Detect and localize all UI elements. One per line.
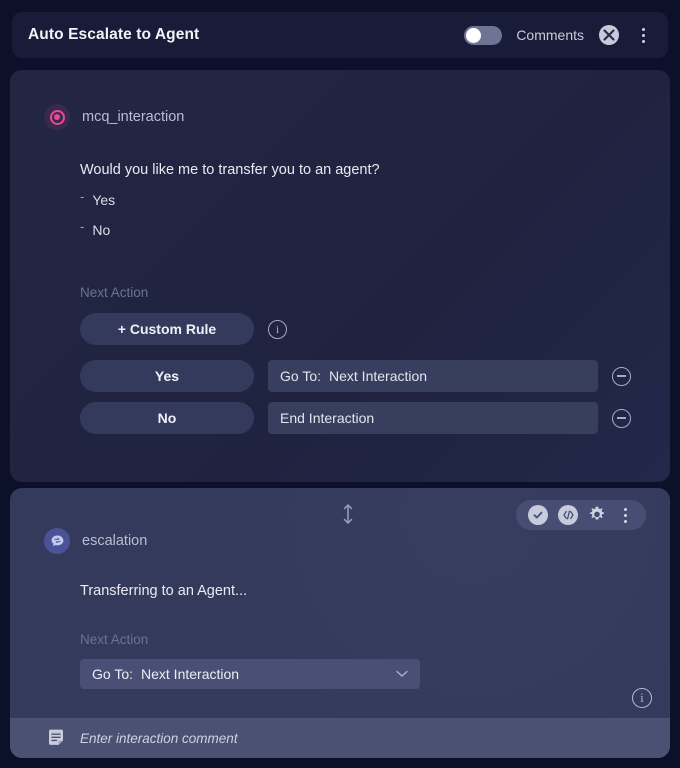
page-title: Auto Escalate to Agent	[28, 26, 200, 43]
mcq-interaction-card[interactable]: mcq_interaction Would you like me to tra…	[10, 70, 670, 482]
table-row: No End Interaction	[10, 402, 670, 434]
mcq-next-action-label: Next Action	[80, 285, 149, 300]
radio-button-icon	[44, 104, 70, 130]
comments-toggle-knob	[466, 27, 482, 43]
choice-label: No	[92, 222, 111, 238]
rule-target-prefix: Go To:	[280, 368, 321, 384]
rule-condition-yes[interactable]: Yes	[80, 360, 254, 392]
radio-dot	[54, 114, 60, 120]
escalation-kebab-menu-icon[interactable]	[616, 504, 634, 526]
table-row: Yes Go To: Next Interaction	[10, 360, 670, 392]
close-circle-icon[interactable]	[598, 24, 620, 46]
mcq-node-name: mcq_interaction	[82, 109, 185, 125]
add-custom-rule-button[interactable]: + Custom Rule	[80, 313, 254, 345]
escalation-goto-select[interactable]: Go To: Next Interaction	[80, 659, 420, 689]
kebab-dot	[623, 507, 627, 511]
rule-target-value: Next Interaction	[329, 368, 428, 384]
kebab-dot	[641, 33, 645, 37]
rule-target-value: End Interaction	[280, 410, 375, 426]
radio-ring	[49, 109, 65, 125]
note-icon[interactable]	[46, 728, 66, 748]
goto-prefix-label: Go To:	[92, 666, 133, 682]
custom-rule-info-icon[interactable]: i	[268, 319, 287, 339]
chat-transfer-icon	[44, 528, 70, 554]
mcq-prompt-text: Would you like me to transfer you to an …	[80, 162, 380, 178]
comment-input-placeholder[interactable]: Enter interaction comment	[80, 731, 238, 746]
escalation-node-name: escalation	[82, 533, 148, 549]
escalation-toolbar	[516, 500, 646, 530]
code-brackets-icon[interactable]	[558, 505, 578, 525]
comment-bar[interactable]: Enter interaction comment	[10, 718, 670, 758]
rule-target-yes[interactable]: Go To: Next Interaction	[268, 360, 598, 392]
header-actions: Comments	[464, 24, 652, 46]
choice-label: Yes	[92, 192, 116, 208]
bullet-dash: -	[80, 219, 85, 234]
escalation-next-action-label: Next Action	[80, 632, 149, 647]
goto-selected-value: Next Interaction	[141, 666, 240, 682]
comments-toggle[interactable]	[464, 25, 503, 45]
check-circle-icon[interactable]	[528, 505, 548, 525]
list-item[interactable]: - No	[80, 219, 670, 238]
list-item[interactable]: - Yes	[80, 189, 670, 208]
mcq-node-header: mcq_interaction	[10, 104, 670, 130]
escalation-info-icon[interactable]: i	[632, 688, 652, 708]
remove-rule-yes-icon[interactable]	[612, 366, 631, 386]
kebab-dot	[641, 39, 645, 43]
bullet-dash: -	[80, 189, 85, 204]
gear-icon[interactable]	[588, 506, 606, 524]
kebab-dot	[623, 519, 627, 523]
vertical-resize-arrows-icon[interactable]	[340, 503, 356, 525]
mcq-custom-rule-row: + Custom Rule i	[10, 313, 670, 345]
header-kebab-menu-icon[interactable]	[634, 24, 652, 46]
rule-condition-no[interactable]: No	[80, 402, 254, 434]
escalation-message-text: Transferring to an Agent...	[80, 583, 248, 599]
rule-target-no[interactable]: End Interaction	[268, 402, 598, 434]
comments-label: Comments	[516, 27, 584, 43]
mcq-choice-list: - Yes - No	[10, 189, 670, 238]
window-header: Auto Escalate to Agent Comments	[12, 12, 668, 58]
escalation-node-header: escalation	[10, 528, 670, 554]
kebab-dot	[641, 27, 645, 31]
escalation-card[interactable]: escalation Transferring to an Agent... N…	[10, 488, 670, 758]
kebab-dot	[623, 513, 627, 517]
remove-rule-no-icon[interactable]	[612, 408, 631, 428]
chevron-down-icon	[396, 670, 408, 677]
